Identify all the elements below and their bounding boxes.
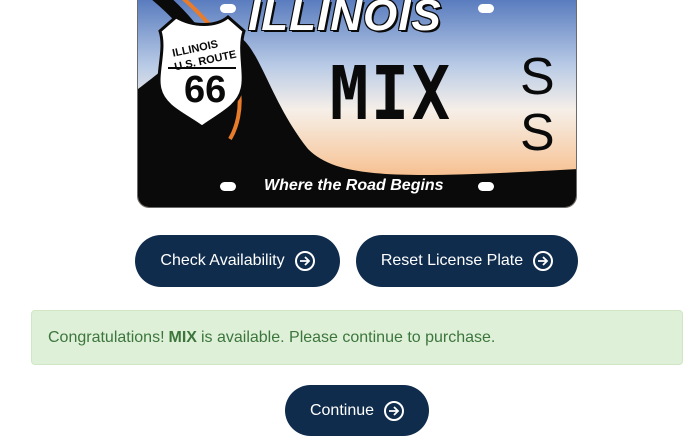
alert-prefix: Congratulations! [48,328,165,346]
check-availability-label: Check Availability [160,252,285,269]
arrow-right-circle-icon [533,251,554,271]
land-of-lincoln-line2: Lincoln [150,141,186,152]
plate-number-text: MIX [330,51,453,137]
arrow-right-circle-icon [294,251,315,271]
alert-plate-text: MIX [168,328,197,346]
plate-slogan: Where the Road Begins [264,177,444,194]
reset-license-plate-label: Reset License Plate [380,252,524,269]
license-plate-preview: ILLINOIS ILLINOIS U.S. ROUTE 66 Land of … [137,0,577,208]
plate-side-letter-top: S [520,48,555,106]
plate-state-name: ILLINOIS [248,0,442,40]
continue-button[interactable]: Continue [285,385,429,436]
arrow-right-circle-icon [384,400,405,421]
shield-route-number: 66 [184,69,227,111]
continue-label: Continue [309,401,375,419]
check-availability-button[interactable]: Check Availability [135,235,340,287]
plate-side-letter-bottom: S [520,104,555,162]
alert-suffix: is available. Please continue to purchas… [200,328,496,346]
reset-license-plate-button[interactable]: Reset License Plate [356,235,578,287]
land-of-lincoln-line1: Land of [150,129,187,140]
availability-success-alert: Congratulations! MIX is available. Pleas… [31,310,683,365]
